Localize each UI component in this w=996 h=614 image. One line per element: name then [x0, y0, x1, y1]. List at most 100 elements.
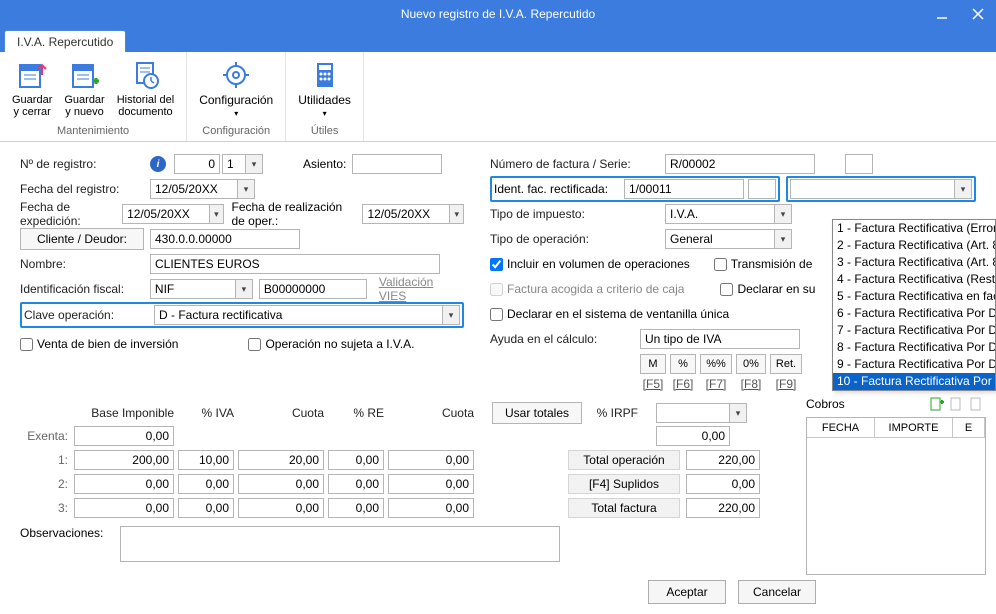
helper-zero-button[interactable]: 0% [736, 354, 766, 374]
tipo-impuesto-input[interactable] [665, 204, 775, 224]
r1-cuota2[interactable] [388, 450, 474, 470]
total-op-value[interactable] [686, 450, 760, 470]
close-button[interactable] [960, 0, 996, 28]
declarar-vu-check[interactable]: Declarar en el sistema de ventanilla úni… [490, 307, 729, 321]
fecha-registro-drop[interactable]: ▾ [238, 179, 255, 199]
tipo-impuesto-drop[interactable]: ▾ [775, 204, 792, 224]
n-registro-input[interactable] [174, 154, 220, 174]
dd-item-4[interactable]: 4 - Factura Rectificativa (Resto) [833, 271, 995, 288]
ayuda-calculo-input[interactable] [640, 329, 800, 349]
helper-pct-button[interactable]: % [670, 354, 696, 374]
usar-totales-button[interactable]: Usar totales [492, 402, 582, 424]
r3-base[interactable] [74, 498, 174, 518]
aceptar-button[interactable]: Aceptar [648, 580, 726, 604]
cancelar-button[interactable]: Cancelar [738, 580, 816, 604]
dd-item-10[interactable]: 10 - Factura Rectificativa Por D [833, 373, 995, 390]
nombre-input[interactable] [150, 254, 440, 274]
ident-fiscal-tipo-drop[interactable]: ▾ [236, 279, 253, 299]
r2-pre[interactable] [328, 474, 384, 494]
minimize-button[interactable] [924, 0, 960, 28]
cliente-deudor-button[interactable]: Cliente / Deudor: [20, 228, 144, 250]
validacion-vies-link[interactable]: Validación VIES [379, 275, 464, 303]
fecha-registro-input[interactable] [150, 179, 238, 199]
helper-ret-button[interactable]: Ret. [770, 354, 802, 374]
tipo-rectificativa-input[interactable] [790, 179, 955, 199]
r1-piva[interactable] [178, 450, 234, 470]
cobros-delete-icon[interactable] [968, 395, 986, 413]
incluir-volumen-check[interactable]: Incluir en volumen de operaciones [490, 257, 690, 271]
calculator-icon [308, 58, 342, 92]
ident-fiscal-num[interactable] [259, 279, 367, 299]
r3-cuota2[interactable] [388, 498, 474, 518]
transmision-check[interactable]: Transmisión de [714, 257, 813, 271]
r1-pre[interactable] [328, 450, 384, 470]
f5-hint: [F5] [640, 377, 666, 391]
dd-item-9[interactable]: 9 - Factura Rectificativa Por Dif [833, 356, 995, 373]
dd-item-5[interactable]: 5 - Factura Rectificativa en fact [833, 288, 995, 305]
r2-cuota2[interactable] [388, 474, 474, 494]
cobros-edit-icon[interactable] [948, 395, 966, 413]
r3-cuota[interactable] [238, 498, 324, 518]
dd-item-6[interactable]: 6 - Factura Rectificativa Por Dif [833, 305, 995, 322]
ident-fiscal-tipo[interactable] [150, 279, 236, 299]
cobros-col-e[interactable]: E [953, 418, 985, 437]
op-no-sujeta-check[interactable]: Operación no sujeta a I.V.A. [248, 337, 414, 351]
cobros-col-fecha[interactable]: FECHA [807, 418, 875, 437]
hdr-pctiva: % IVA [174, 406, 234, 420]
r2-cuota[interactable] [238, 474, 324, 494]
total-factura-value[interactable] [686, 498, 760, 518]
fecha-expedicion-input[interactable] [122, 204, 210, 224]
dd-item-1[interactable]: 1 - Factura Rectificativa (Error f [833, 220, 995, 237]
tipo-rectificativa-drop[interactable]: ▾ [955, 179, 972, 199]
observaciones-input[interactable] [120, 526, 560, 562]
config-button[interactable]: Configuración▾ [193, 56, 279, 122]
venta-inversion-check[interactable]: Venta de bien de inversión [20, 337, 178, 351]
r1-cuota[interactable] [238, 450, 324, 470]
r3-pre[interactable] [328, 498, 384, 518]
num-factura-input[interactable] [665, 154, 815, 174]
helper-m-button[interactable]: M [640, 354, 666, 374]
declarar-su-check[interactable]: Declarar en su [720, 282, 815, 296]
clave-operacion-input[interactable] [154, 305, 443, 325]
ident-rect-aux-input[interactable] [748, 179, 776, 199]
exenta-input[interactable] [74, 426, 174, 446]
tab-iva-repercutido[interactable]: I.V.A. Repercutido [4, 30, 126, 52]
dd-item-7[interactable]: 7 - Factura Rectificativa Por Dif [833, 322, 995, 339]
r2-base[interactable] [74, 474, 174, 494]
dd-item-8[interactable]: 8 - Factura Rectificativa Por Dif [833, 339, 995, 356]
utilities-button[interactable]: Utilidades▾ [292, 56, 357, 122]
label-n-registro: Nº de registro: [20, 157, 150, 171]
asiento-input[interactable] [352, 154, 442, 174]
irpf-top-input[interactable] [656, 426, 730, 446]
irpf-pct-input[interactable] [656, 403, 730, 423]
dd-item-2[interactable]: 2 - Factura Rectificativa (Art. 80 [833, 237, 995, 254]
cliente-input[interactable] [150, 229, 300, 249]
n-registro-seq-input[interactable] [222, 154, 246, 174]
tipo-operacion-drop[interactable]: ▾ [775, 229, 792, 249]
fecha-oper-input[interactable] [362, 204, 450, 224]
info-icon[interactable]: i [150, 156, 166, 172]
suplidos-label[interactable]: [F4] Suplidos [568, 474, 680, 494]
helper-pctpct-button[interactable]: %% [700, 354, 732, 374]
r2-piva[interactable] [178, 474, 234, 494]
suplidos-value[interactable] [686, 474, 760, 494]
num-factura-serie-input[interactable] [845, 154, 873, 174]
tipo-operacion-input[interactable] [665, 229, 775, 249]
dd-item-3[interactable]: 3 - Factura Rectificativa (Art. 80 [833, 254, 995, 271]
doc-history-button[interactable]: Historial deldocumento [111, 56, 180, 122]
cobros-grid[interactable]: FECHA IMPORTE E [806, 417, 986, 575]
r1-base[interactable] [74, 450, 174, 470]
r3-piva[interactable] [178, 498, 234, 518]
cobros-col-importe[interactable]: IMPORTE [875, 418, 953, 437]
label-nombre: Nombre: [20, 257, 150, 271]
cobros-new-icon[interactable] [928, 395, 946, 413]
tipo-rectificativa-dropdown-list[interactable]: 1 - Factura Rectificativa (Error f 2 - F… [832, 219, 996, 391]
irpf-pct-drop[interactable]: ▾ [730, 403, 747, 423]
clave-operacion-drop[interactable]: ▾ [443, 305, 460, 325]
ident-rect-input[interactable] [624, 179, 744, 199]
save-close-button[interactable]: Guardary cerrar [6, 56, 58, 122]
fecha-oper-drop[interactable]: ▾ [450, 204, 464, 224]
n-registro-seq-drop[interactable]: ▾ [246, 154, 263, 174]
save-new-button[interactable]: Guardary nuevo [58, 56, 110, 122]
fecha-expedicion-drop[interactable]: ▾ [210, 204, 224, 224]
